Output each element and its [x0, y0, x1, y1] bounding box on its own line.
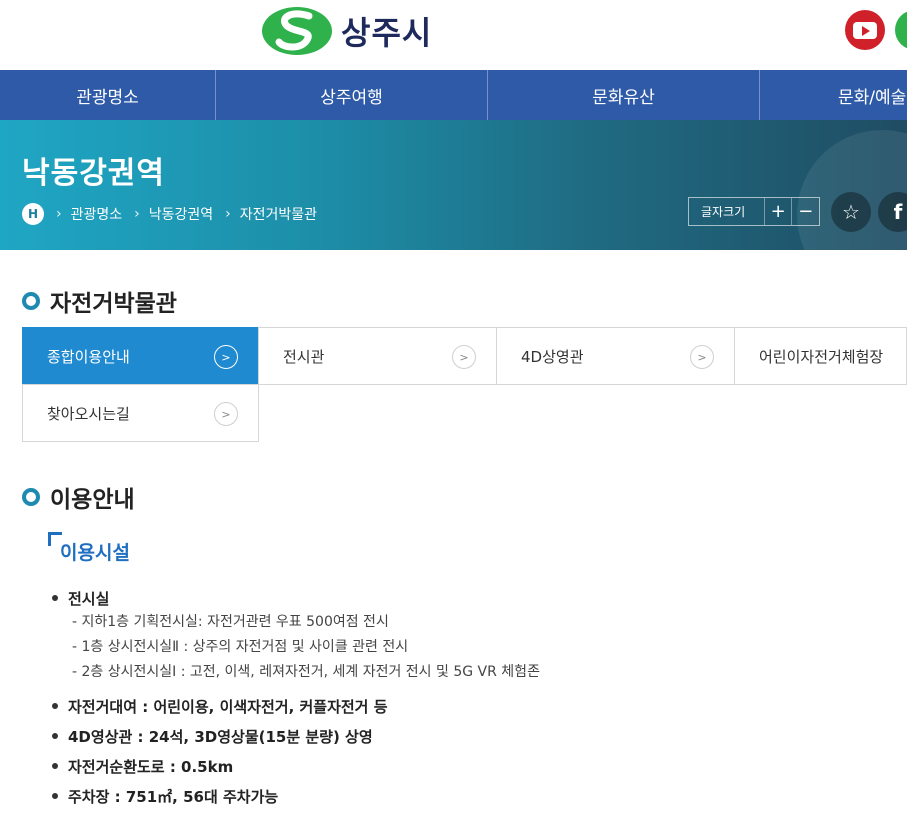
- breadcrumb-item[interactable]: 관광명소: [71, 204, 123, 224]
- chevron-right-icon: ›: [56, 206, 62, 222]
- home-icon[interactable]: H: [22, 203, 44, 225]
- facilities-subtitle: 이용시설: [48, 532, 130, 565]
- chevron-right-icon: ›: [225, 206, 231, 222]
- tab-label: 어린이자전거체험장: [759, 347, 884, 366]
- sub-list-item: - 1층 상시전시실Ⅱ : 상주의 자전거점 및 사이클 관련 전시: [72, 639, 409, 655]
- font-increase-button[interactable]: +: [763, 198, 792, 225]
- tab-directions[interactable]: 찾아오시는길 >: [22, 384, 259, 442]
- list-item: 자전거순환도로 : 0.5km: [52, 751, 892, 781]
- list-item-text: 4D영상관 : 24석, 3D영상물(15분 분량) 상영: [68, 727, 373, 746]
- list-item-text: 주차장 : 751㎡, 56대 주차가능: [68, 787, 279, 806]
- bullet-dot-icon: [52, 763, 58, 769]
- breadcrumb-item[interactable]: 낙동강권역: [149, 204, 213, 224]
- nav-item-heritage[interactable]: 문화유산: [488, 70, 760, 120]
- tab-kids-bike-experience[interactable]: 어린이자전거체험장: [734, 327, 907, 385]
- list-item: 자전거대여 : 어린이용, 이색자전거, 커플자전거 등: [52, 691, 892, 721]
- facilities-subtitle-text: 이용시설: [60, 542, 130, 564]
- ring-bullet-icon: [22, 292, 40, 310]
- section-title: 자전거박물관: [22, 284, 177, 318]
- bullet-dot-icon: [52, 703, 58, 709]
- usage-section-title: 이용안내: [22, 480, 135, 514]
- facilities-list: 전시실 - 지하1층 기획전시실: 자전거관련 우표 500여점 전시 - 1층…: [52, 586, 892, 811]
- banner-decoration: [797, 130, 907, 250]
- green-sns-icon[interactable]: [895, 10, 907, 50]
- font-decrease-button[interactable]: −: [791, 198, 819, 225]
- list-item: 전시실: [52, 586, 892, 610]
- nav-item-culture-art[interactable]: 문화/예술: [760, 70, 907, 120]
- tab-general-info[interactable]: 종합이용안내 >: [22, 327, 259, 385]
- list-item: 주차장 : 751㎡, 56대 주차가능: [52, 781, 892, 811]
- main-nav: 관광명소 상주여행 문화유산 문화/예술: [0, 70, 907, 120]
- usage-title-text: 이용안내: [50, 487, 135, 513]
- bullet-dot-icon: [52, 733, 58, 739]
- list-item-text: 전시실: [68, 589, 110, 608]
- sangju-logo[interactable]: 상주시: [261, 4, 432, 58]
- nav-item-attractions[interactable]: 관광명소: [0, 70, 216, 120]
- tab-4d-theater[interactable]: 4D상영관 >: [496, 327, 735, 385]
- list-item-text: 자전거순환도로 : 0.5km: [68, 757, 234, 776]
- page-title: 낙동강권역: [22, 156, 165, 191]
- list-item: 4D영상관 : 24석, 3D영상물(15분 분량) 상영: [52, 721, 892, 751]
- arrow-right-icon: >: [214, 402, 238, 426]
- bullet-dot-icon: [52, 595, 58, 601]
- tab-label: 종합이용안내: [47, 347, 130, 366]
- arrow-right-icon: >: [214, 345, 238, 369]
- bullet-dot-icon: [52, 793, 58, 799]
- page-visual-banner: 낙동강권역 H › 관광명소 › 낙동강권역 › 자전거박물관 글자크기 + −…: [0, 120, 907, 250]
- breadcrumb: H › 관광명소 › 낙동강권역 › 자전거박물관: [22, 203, 317, 225]
- youtube-icon[interactable]: [845, 10, 885, 50]
- corner-bracket-icon: [48, 532, 62, 546]
- section-title-text: 자전거박물관: [50, 291, 177, 317]
- ring-bullet-icon: [22, 488, 40, 506]
- nav-item-travel[interactable]: 상주여행: [216, 70, 488, 120]
- sangju-logo-mark-icon: [262, 7, 332, 55]
- tab-label: 전시관: [283, 347, 325, 366]
- sns-links: [845, 10, 907, 50]
- tab-label: 찾아오시는길: [47, 404, 130, 423]
- tab-exhibition-hall[interactable]: 전시관 >: [258, 327, 497, 385]
- sub-list-item: - 지하1층 기획전시실: 자전거관련 우표 500여점 전시: [72, 614, 389, 630]
- top-header: 상주시: [0, 0, 907, 70]
- breadcrumb-current: 자전거박물관: [239, 207, 318, 223]
- font-size-control: 글자크기 + −: [688, 197, 820, 226]
- sub-list-item: - 2층 상시전시실Ⅰ : 고전, 이색, 레져자전거, 세계 자전거 전시 및…: [72, 664, 540, 680]
- chevron-right-icon: ›: [134, 206, 140, 222]
- tab-label: 4D상영관: [521, 347, 584, 366]
- logo-text: 상주시: [341, 14, 433, 52]
- arrow-right-icon: >: [452, 345, 476, 369]
- list-item-text: 자전거대여 : 어린이용, 이색자전거, 커플자전거 등: [68, 697, 388, 716]
- arrow-right-icon: >: [690, 345, 714, 369]
- font-size-label: 글자크기: [701, 205, 746, 219]
- bookmark-star-icon[interactable]: ☆: [831, 192, 871, 232]
